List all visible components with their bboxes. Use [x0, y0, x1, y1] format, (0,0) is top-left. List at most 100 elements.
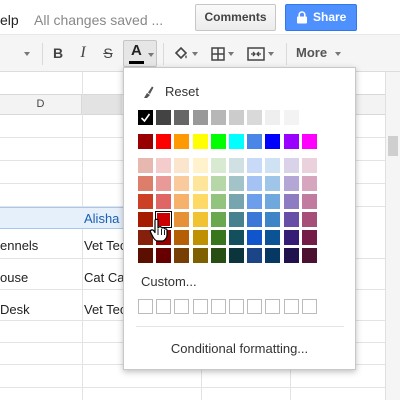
swatch-shade[interactable]	[301, 158, 317, 173]
swatch-shade[interactable]	[192, 248, 208, 263]
swatch-shade[interactable]	[210, 194, 226, 209]
column-header-d[interactable]: D	[0, 95, 82, 114]
custom-color-slot[interactable]	[174, 299, 190, 314]
swatch-bright[interactable]	[301, 134, 317, 149]
selected-row-cell[interactable]	[0, 207, 82, 229]
swatch-shade[interactable]	[174, 176, 190, 191]
swatch-shade[interactable]	[174, 158, 190, 173]
swatch-shade[interactable]	[229, 176, 244, 191]
swatch-shade[interactable]	[210, 176, 226, 191]
fill-color-button[interactable]	[170, 42, 200, 64]
swatch-shade[interactable]	[156, 176, 172, 191]
swatch-shade[interactable]	[265, 212, 281, 227]
swatch-shade[interactable]	[138, 194, 153, 209]
swatch-bright[interactable]	[265, 134, 281, 149]
swatch-shade[interactable]	[247, 248, 263, 263]
swatch-bright[interactable]	[156, 134, 172, 149]
swatch-gray[interactable]	[229, 110, 244, 125]
swatch-shade[interactable]	[229, 248, 244, 263]
swatch-shade[interactable]	[174, 230, 190, 245]
custom-color-slot[interactable]	[192, 299, 208, 314]
cell-vet-tech-2[interactable]: Vet Tec	[84, 302, 124, 317]
swatch-gray[interactable]	[265, 110, 281, 125]
swatch-shade[interactable]	[192, 158, 208, 173]
custom-color-slot[interactable]	[156, 299, 172, 314]
swatch-bright[interactable]	[174, 134, 190, 149]
vertical-scrollbar[interactable]	[385, 72, 400, 400]
strikethrough-button[interactable]: S	[100, 42, 116, 64]
swatch-shade[interactable]	[247, 194, 263, 209]
swatch-bright[interactable]	[247, 134, 263, 149]
cell-house[interactable]: ouse	[0, 270, 80, 285]
swatch-shade[interactable]	[301, 230, 317, 245]
swatch-shade[interactable]	[210, 248, 226, 263]
swatch-shade[interactable]	[210, 158, 226, 173]
column-header-e[interactable]	[82, 95, 122, 114]
swatch-shade[interactable]	[156, 248, 172, 263]
text-color-button[interactable]: A	[123, 40, 157, 67]
custom-color-slot[interactable]	[283, 299, 299, 314]
swatch-shade[interactable]	[192, 230, 208, 245]
swatch-shade[interactable]	[138, 176, 153, 191]
swatch-shade[interactable]	[247, 212, 263, 227]
custom-color-slot[interactable]	[229, 299, 244, 314]
conditional-formatting-item[interactable]: Conditional formatting...	[124, 341, 355, 356]
swatch-gray[interactable]	[283, 110, 299, 125]
share-button[interactable]: Share	[285, 4, 357, 31]
swatch-gray[interactable]	[192, 110, 208, 125]
swatch-gray[interactable]	[156, 110, 172, 125]
swatch-shade[interactable]	[301, 212, 317, 227]
swatch-bright[interactable]	[283, 134, 299, 149]
borders-button[interactable]	[208, 42, 236, 64]
cell-desk[interactable]: Desk	[0, 302, 80, 317]
custom-color-slot[interactable]	[138, 299, 153, 314]
swatch-shade[interactable]	[138, 158, 153, 173]
swatch-shade[interactable]	[192, 194, 208, 209]
swatch-shade[interactable]	[210, 230, 226, 245]
swatch-shade[interactable]	[265, 230, 281, 245]
custom-color-slot[interactable]	[265, 299, 281, 314]
swatch-shade[interactable]	[265, 194, 281, 209]
cell-vet-tech-1[interactable]: Vet Tec	[84, 238, 124, 253]
merge-cells-button[interactable]	[243, 42, 277, 64]
custom-color-slot[interactable]	[247, 299, 263, 314]
italic-button[interactable]: I	[75, 42, 91, 64]
swatch-shade[interactable]	[174, 248, 190, 263]
swatch-bright[interactable]	[192, 134, 208, 149]
scrollbar-thumb[interactable]	[388, 136, 398, 156]
comments-button[interactable]: Comments	[195, 4, 276, 31]
swatch-shade[interactable]	[283, 176, 299, 191]
swatch-shade[interactable]	[283, 212, 299, 227]
swatch-gray[interactable]	[138, 110, 153, 125]
swatch-shade[interactable]	[283, 158, 299, 173]
swatch-shade[interactable]	[265, 158, 281, 173]
swatch-bright[interactable]	[229, 134, 244, 149]
swatch-shade[interactable]	[283, 230, 299, 245]
swatch-shade[interactable]	[247, 158, 263, 173]
swatch-shade[interactable]	[229, 230, 244, 245]
cell-cat-care[interactable]: Cat Ca	[84, 270, 124, 285]
swatch-shade[interactable]	[265, 248, 281, 263]
more-button[interactable]: More	[296, 42, 341, 64]
custom-color-item[interactable]: Custom...	[141, 274, 197, 289]
swatch-bright[interactable]	[210, 134, 226, 149]
swatch-shade[interactable]	[247, 230, 263, 245]
swatch-shade[interactable]	[174, 212, 190, 227]
swatch-shade[interactable]	[156, 194, 172, 209]
swatch-gray[interactable]	[301, 110, 317, 125]
swatch-gray[interactable]	[210, 110, 226, 125]
menu-help[interactable]: elp	[0, 12, 19, 28]
swatch-shade[interactable]	[265, 176, 281, 191]
swatch-shade[interactable]	[156, 158, 172, 173]
bold-button[interactable]: B	[50, 42, 66, 64]
swatch-shade[interactable]	[229, 194, 244, 209]
swatch-shade[interactable]	[283, 194, 299, 209]
swatch-shade[interactable]	[301, 176, 317, 191]
swatch-shade[interactable]	[210, 212, 226, 227]
swatch-bright[interactable]	[138, 134, 153, 149]
swatch-shade[interactable]	[229, 212, 244, 227]
swatch-shade[interactable]	[283, 248, 299, 263]
cell-kennels[interactable]: ennels	[0, 238, 80, 253]
swatch-shade[interactable]	[138, 248, 153, 263]
swatch-shade[interactable]	[192, 176, 208, 191]
